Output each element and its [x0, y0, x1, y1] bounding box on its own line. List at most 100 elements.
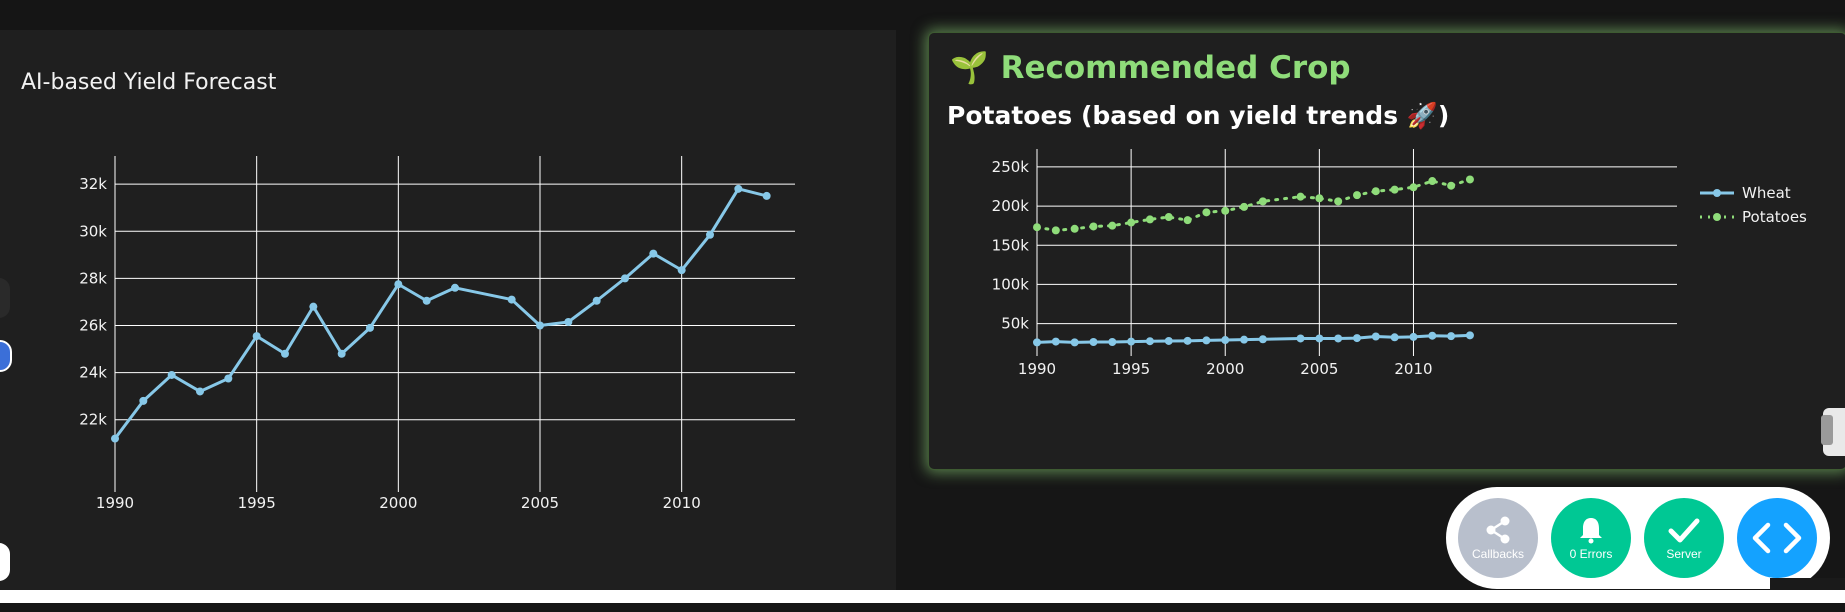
- data-point: [706, 230, 714, 239]
- server-button[interactable]: Server: [1644, 498, 1724, 578]
- x-tick-label: 1990: [1018, 360, 1056, 378]
- x-tick-label: 2010: [1394, 360, 1432, 378]
- data-point: [1371, 332, 1380, 341]
- data-point: [1390, 333, 1399, 342]
- data-point: [1258, 197, 1267, 206]
- y-tick-label: 100k: [992, 275, 1030, 293]
- data-point: [1145, 337, 1154, 346]
- x-tick-label: 1995: [238, 494, 276, 512]
- share-icon: [1486, 516, 1510, 544]
- errors-label: 0 Errors: [1569, 547, 1613, 561]
- x-tick-label: 1990: [96, 494, 134, 512]
- data-point: [167, 370, 176, 379]
- yield-forecast-chart: 22k 24k 26k 28k 30k 32k 1990 1995 2000 2005 2010: [79, 156, 795, 512]
- errors-button[interactable]: 0 Errors: [1551, 498, 1631, 578]
- data-point: [1447, 332, 1456, 341]
- top-bar: [0, 0, 1845, 30]
- data-point: [1221, 206, 1230, 215]
- data-point: [1258, 335, 1267, 344]
- data-point: [1033, 223, 1041, 232]
- crop-comparison-chart: 50k 100k 150k 200k 250k 1990 1995 2000 2005 2010 W…: [992, 149, 1807, 378]
- series-line: [1035, 333, 1472, 344]
- y-tick-label: 250k: [992, 158, 1030, 176]
- data-point: [394, 280, 403, 289]
- data-point: [252, 332, 261, 341]
- data-point: [1240, 335, 1249, 344]
- data-point: [1202, 208, 1211, 217]
- yield-forecast-panel: AI-based Yield Forecast 22k 24k 26k 28k 30k 3…: [0, 30, 896, 590]
- legend-label: Wheat: [1742, 184, 1791, 202]
- data-point: [1183, 216, 1192, 225]
- data-point: [1202, 336, 1211, 345]
- side-panel-grip-icon[interactable]: [1821, 415, 1833, 445]
- data-point: [224, 374, 233, 383]
- data-point: [1089, 222, 1098, 231]
- side-handle-bottom[interactable]: [0, 543, 10, 581]
- data-point: [1051, 226, 1060, 235]
- y-tick-label: 26k: [79, 316, 107, 334]
- recommended-crop-panel: 🌱 Recommended Crop Potatoes (based on yi…: [928, 32, 1845, 470]
- data-point: [621, 274, 629, 283]
- data-point: [1315, 334, 1324, 343]
- y-tick-label: 30k: [79, 222, 107, 240]
- data-point: [1070, 224, 1079, 233]
- y-tick-label: 150k: [992, 236, 1030, 254]
- x-tick-label: 2010: [663, 494, 701, 512]
- y-tick-label: 200k: [992, 197, 1030, 215]
- data-point: [1353, 334, 1361, 343]
- data-point: [1033, 338, 1041, 347]
- data-point: [366, 323, 374, 332]
- data-point: [1145, 215, 1154, 224]
- data-point: [1465, 175, 1474, 184]
- checkmark-icon: [1668, 518, 1700, 543]
- y-tick-label: 24k: [79, 364, 107, 382]
- data-point: [564, 317, 573, 326]
- x-tick-label: 2005: [521, 494, 559, 512]
- data-point: [1108, 221, 1117, 230]
- data-point: [1334, 334, 1343, 343]
- server-label: Server: [1666, 547, 1702, 561]
- callbacks-button[interactable]: Callbacks: [1458, 498, 1538, 578]
- data-point: [451, 283, 459, 292]
- data-point: [536, 321, 544, 330]
- data-point: [1428, 331, 1437, 340]
- data-point: [1428, 177, 1437, 186]
- series-line: [113, 187, 769, 441]
- data-point: [196, 387, 204, 396]
- data-point: [677, 266, 686, 275]
- data-point: [592, 296, 601, 305]
- code-toggle-button[interactable]: [1737, 498, 1817, 578]
- legend-marker: [1713, 189, 1721, 197]
- y-tick-label: 28k: [79, 269, 107, 287]
- data-point: [337, 349, 346, 358]
- y-tick-label: 22k: [79, 411, 107, 429]
- data-point: [649, 249, 658, 258]
- side-handle[interactable]: [0, 278, 10, 318]
- data-point: [1409, 183, 1418, 192]
- legend-label: Potatoes: [1742, 208, 1807, 226]
- data-point: [1164, 213, 1173, 222]
- data-point: [1353, 191, 1361, 200]
- data-point: [1334, 197, 1343, 206]
- y-tick-label: 32k: [79, 175, 107, 193]
- data-point: [1127, 218, 1136, 227]
- data-point: [1051, 337, 1060, 346]
- data-point: [762, 191, 771, 200]
- data-point: [1390, 185, 1399, 194]
- data-point: [1465, 331, 1474, 340]
- data-point: [734, 184, 743, 193]
- x-tick-label: 2000: [379, 494, 417, 512]
- legend-marker: [1713, 213, 1721, 221]
- bell-icon: [1580, 518, 1602, 544]
- data-point: [1089, 337, 1098, 346]
- series-line: [1035, 177, 1472, 232]
- x-tick-label: 2000: [1206, 360, 1244, 378]
- data-point: [1296, 192, 1305, 201]
- data-point: [139, 396, 148, 405]
- data-point: [1240, 202, 1249, 211]
- data-point: [1108, 337, 1117, 346]
- data-point: [1183, 336, 1192, 345]
- bottom-strip: [0, 590, 1845, 603]
- data-point: [309, 302, 318, 311]
- data-point: [1127, 337, 1136, 346]
